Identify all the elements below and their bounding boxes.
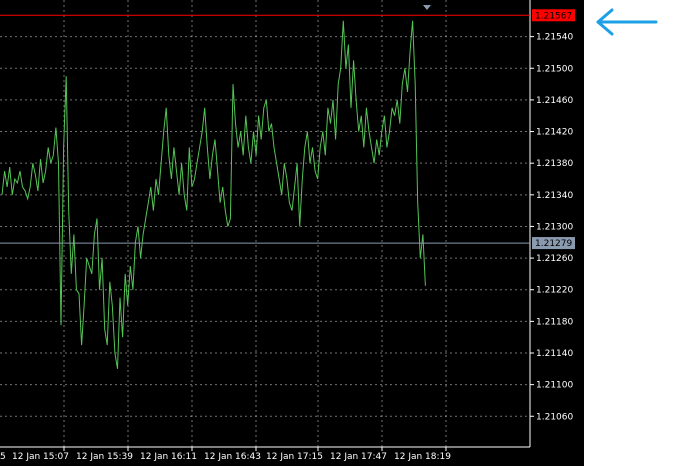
bid-price-label: 1.21279 [535, 239, 572, 249]
time-tick-label: 12 Jan 17:47 [330, 452, 387, 462]
time-tick-label: 12 Jan 16:11 [140, 452, 197, 462]
price-tick-label: 1.21540 [536, 33, 573, 43]
price-chart[interactable]: 1.215671.21279 1.215401.215001.214601.21… [0, 0, 584, 466]
price-tick-label: 1.21220 [536, 286, 573, 296]
time-tick-label: 12 Jan 16:43 [204, 452, 261, 462]
price-chart-window[interactable]: 1.21567 1.21279 1.21540 1.21500 1.21460 1.21… [0, 0, 584, 466]
triangle-down-icon[interactable] [423, 5, 431, 10]
price-tick-label: 1.21260 [536, 254, 573, 264]
price-tick-label: 1.21420 [536, 128, 573, 138]
price-tick-label: 1.21060 [536, 412, 573, 422]
time-tick-label: 12 Jan 18:19 [394, 452, 451, 462]
price-tick-label: 1.21380 [536, 159, 573, 169]
time-axis-labels: 5 12 Jan 15:07 12 Jan 15:39 12 Jan 16:11 12 … [0, 447, 451, 462]
time-tick-label: 12 Jan 17:15 [266, 452, 323, 462]
price-tick-label: 1.21340 [536, 191, 573, 201]
price-tick-label: 1.21100 [536, 381, 573, 391]
chart-axes [0, 0, 531, 448]
price-tick-label: 1.21300 [536, 222, 573, 232]
price-tick-label: 1.21460 [536, 96, 573, 106]
arrow-left-icon [596, 8, 658, 36]
time-tick-label: 12 Jan 15:07 [12, 452, 69, 462]
price-axis-labels: 1.21540 1.21500 1.21460 1.21420 1.21380 1.213… [530, 33, 573, 422]
price-tick-label: 1.21140 [536, 349, 573, 359]
chart-grid [0, 0, 530, 447]
price-tick-label: 1.21500 [536, 64, 573, 74]
ask-price-label: 1.21567 [535, 11, 572, 21]
price-levels: 1.21567 1.21279 [0, 9, 575, 250]
time-tick-label: 12 Jan 15:39 [76, 452, 133, 462]
price-tick-label: 1.21180 [536, 317, 573, 327]
time-tick-label: 5 [0, 452, 6, 462]
